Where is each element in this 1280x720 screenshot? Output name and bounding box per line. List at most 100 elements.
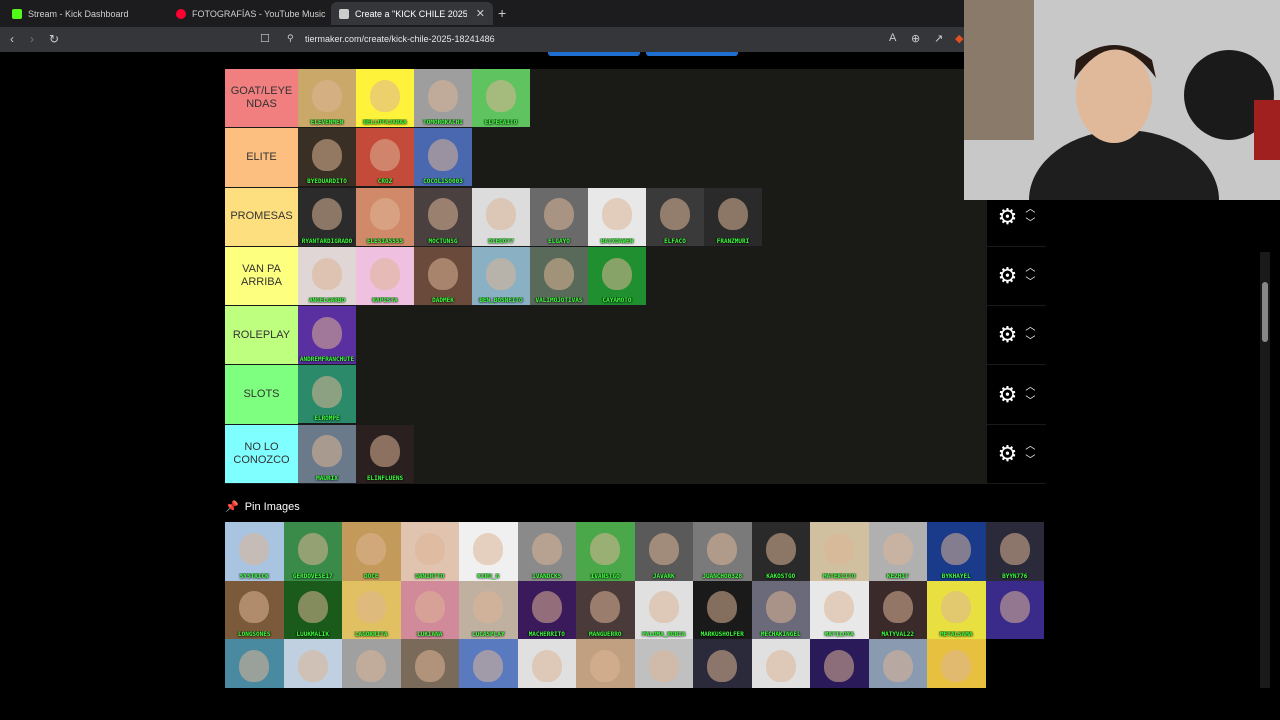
streamer-thumbnail[interactable]: BYKHAYEL (927, 522, 986, 581)
tier-label[interactable]: ELITE (225, 128, 298, 187)
tab-tiermaker[interactable]: Create a "KICK CHILE 2025" Tier ✕ (331, 2, 493, 25)
streamer-thumbnail[interactable]: ELINFLUENS (356, 424, 414, 483)
bookmark-icon[interactable]: ☐ (260, 32, 270, 45)
streamer-thumbnail[interactable]: COCOLISO003 (414, 128, 472, 187)
reload-icon[interactable]: ↻ (49, 32, 59, 46)
streamer-thumbnail[interactable] (517, 639, 576, 688)
streamer-thumbnail[interactable] (693, 639, 752, 688)
top-button-right[interactable] (646, 52, 738, 56)
streamer-thumbnail[interactable]: DANIRTTO (400, 522, 459, 581)
url-field[interactable]: tiermaker.com/create/kick-chile-2025-182… (305, 34, 495, 44)
share-icon[interactable]: ↗ (934, 32, 943, 45)
brave-shield-icon[interactable]: ◆ (955, 32, 963, 45)
streamer-thumbnail[interactable]: MATILOYA (810, 580, 869, 639)
streamer-thumbnail[interactable]: KAKOSTGO (751, 522, 810, 581)
streamer-thumbnail[interactable]: PALOMA_RUBIA (634, 580, 693, 639)
chevron-up-icon[interactable]: ︿ (1025, 381, 1035, 395)
streamer-thumbnail[interactable]: NECKITAMLAND (283, 639, 342, 688)
streamer-thumbnail[interactable]: GERDOVESE17 (283, 522, 342, 581)
streamer-thumbnail[interactable]: MARKUSHOLFER (693, 580, 752, 639)
streamer-thumbnail[interactable]: KEZHIT (868, 522, 927, 581)
streamer-thumbnail[interactable]: RYANTARDIGRADO (298, 187, 356, 246)
streamer-thumbnail[interactable]: DADMEK (414, 246, 472, 305)
streamer-thumbnail[interactable]: TOMOROKACHI (414, 69, 472, 127)
streamer-thumbnail[interactable] (576, 639, 635, 688)
streamer-thumbnail[interactable]: MATYVAL22 (868, 580, 927, 639)
tab-youtube-music[interactable]: FOTOGRAFÍAS - YouTube Music (168, 2, 330, 25)
tier-label[interactable]: ROLEPLAY (225, 306, 298, 365)
chevron-down-icon[interactable]: ﹀ (1025, 454, 1035, 468)
tier-items[interactable]: RYANTARDIGRADO ELESIAS5SS MOCTUNSG DIEGO77 E… (298, 187, 987, 246)
streamer-thumbnail[interactable] (342, 639, 401, 688)
streamer-thumbnail[interactable]: SYSTRICK (225, 522, 284, 581)
chevron-up-icon[interactable]: ︿ (1025, 321, 1035, 335)
streamer-thumbnail[interactable]: LUCASPLAY (459, 580, 518, 639)
streamer-thumbnail[interactable]: METALSAMA (927, 580, 986, 639)
scrollbar[interactable] (1260, 252, 1270, 688)
tier-label[interactable]: SLOTS (225, 365, 298, 424)
gear-icon[interactable]: ⚙ (998, 263, 1018, 289)
translate-icon[interactable]: A (889, 32, 896, 44)
streamer-thumbnail[interactable]: MACHERRITO (517, 580, 576, 639)
streamer-thumbnail[interactable] (634, 639, 693, 688)
chevron-down-icon[interactable]: ﹀ (1025, 335, 1035, 349)
streamer-thumbnail[interactable]: LUUKMALIK (283, 580, 342, 639)
streamer-thumbnail[interactable]: RAPISTA (356, 246, 414, 305)
gear-icon[interactable]: ⚙ (998, 322, 1018, 348)
gear-icon[interactable]: ⚙ (998, 441, 1018, 467)
new-tab-button[interactable]: + (498, 5, 506, 21)
streamer-thumbnail[interactable]: ELESIAS5SS (356, 187, 414, 246)
streamer-thumbnail[interactable]: ELEVENMEN (298, 69, 356, 127)
streamer-thumbnail[interactable]: CAYAMOTO (588, 246, 646, 305)
streamer-thumbnail[interactable] (751, 639, 810, 688)
tier-items[interactable]: ELROMPE (298, 365, 987, 424)
streamer-thumbnail[interactable]: BYEDUARDITO (298, 128, 356, 187)
site-info-icon[interactable]: ⚲ (287, 33, 294, 44)
streamer-thumbnail[interactable]: LONGSONES (225, 580, 284, 639)
streamer-thumbnail[interactable]: ELPECAITO (472, 69, 530, 127)
streamer-thumbnail[interactable]: IVANDCKS (517, 522, 576, 581)
streamer-thumbnail[interactable]: JAVARK (634, 522, 693, 581)
streamer-thumbnail[interactable]: ELGAYO (530, 187, 588, 246)
streamer-thumbnail[interactable]: MAURIX (298, 424, 356, 483)
streamer-thumbnail[interactable]: CROZ (356, 128, 414, 187)
chevron-down-icon[interactable]: ﹀ (1025, 395, 1035, 409)
streamer-thumbnail[interactable]: ANGELGARBO (298, 246, 356, 305)
streamer-thumbnail[interactable] (868, 639, 927, 688)
streamer-thumbnail[interactable]: MECHAKINGEL (751, 580, 810, 639)
tier-items[interactable]: ANDREMFRANCHUTE (298, 306, 987, 365)
tier-items[interactable]: ELEVENMEN BELLOTAJARAA TOMOROKACHI ELPECAIT… (298, 69, 987, 128)
chevron-up-icon[interactable]: ︿ (1025, 440, 1035, 454)
streamer-thumbnail[interactable]: MOCTUNSG (414, 187, 472, 246)
tier-items[interactable]: BYEDUARDITO CROZ COCOLISO003 (298, 128, 987, 187)
pin-images-header[interactable]: 📌 Pin Images (225, 500, 300, 514)
chevron-down-icon[interactable]: ﹀ (1025, 276, 1035, 290)
streamer-thumbnail[interactable]: MATERCITO (810, 522, 869, 581)
close-tab-icon[interactable]: ✕ (476, 7, 485, 20)
streamer-thumbnail[interactable]: ANDREMFRANCHUTE (298, 306, 356, 365)
streamer-thumbnail[interactable] (810, 639, 869, 688)
streamer-thumbnail[interactable]: LUKIANA (400, 580, 459, 639)
tier-label[interactable]: GOAT/LEYE NDAS (225, 69, 298, 128)
streamer-thumbnail[interactable]: FRANZMURI (704, 187, 762, 246)
streamer-thumbnail[interactable] (400, 639, 459, 688)
streamer-thumbnail[interactable]: ELFACO (646, 187, 704, 246)
tier-items[interactable]: MAURIX ELINFLUENS (298, 424, 987, 484)
gear-icon[interactable]: ⚙ (998, 204, 1018, 230)
streamer-thumbnail[interactable]: BELLOTAJARAA (356, 69, 414, 127)
chevron-down-icon[interactable]: ﹀ (1025, 217, 1035, 231)
tier-items[interactable]: ANGELGARBO RAPISTA DADMEK BEN_BOSNEITO VALIM… (298, 246, 987, 306)
streamer-thumbnail[interactable] (459, 639, 518, 688)
top-button-left[interactable] (548, 52, 640, 56)
tier-label[interactable]: PROMESAS (225, 187, 298, 246)
streamer-thumbnail[interactable]: ELROMPE (298, 365, 356, 424)
streamer-thumbnail[interactable]: DIEGO77 (472, 187, 530, 246)
tab-kick-dashboard[interactable]: Stream - Kick Dashboard (4, 2, 169, 25)
gear-icon[interactable]: ⚙ (998, 382, 1018, 408)
streamer-thumbnail[interactable]: BAIXDAWEN (588, 187, 646, 246)
streamer-thumbnail[interactable]: VALIMOJOTIVAS (530, 246, 588, 305)
forward-icon[interactable]: › (30, 32, 34, 46)
streamer-thumbnail[interactable]: KIRU_G (459, 522, 518, 581)
streamer-thumbnail[interactable]: BEN_BOSNEITO (472, 246, 530, 305)
streamer-thumbnail[interactable]: IVANSTGO (576, 522, 635, 581)
